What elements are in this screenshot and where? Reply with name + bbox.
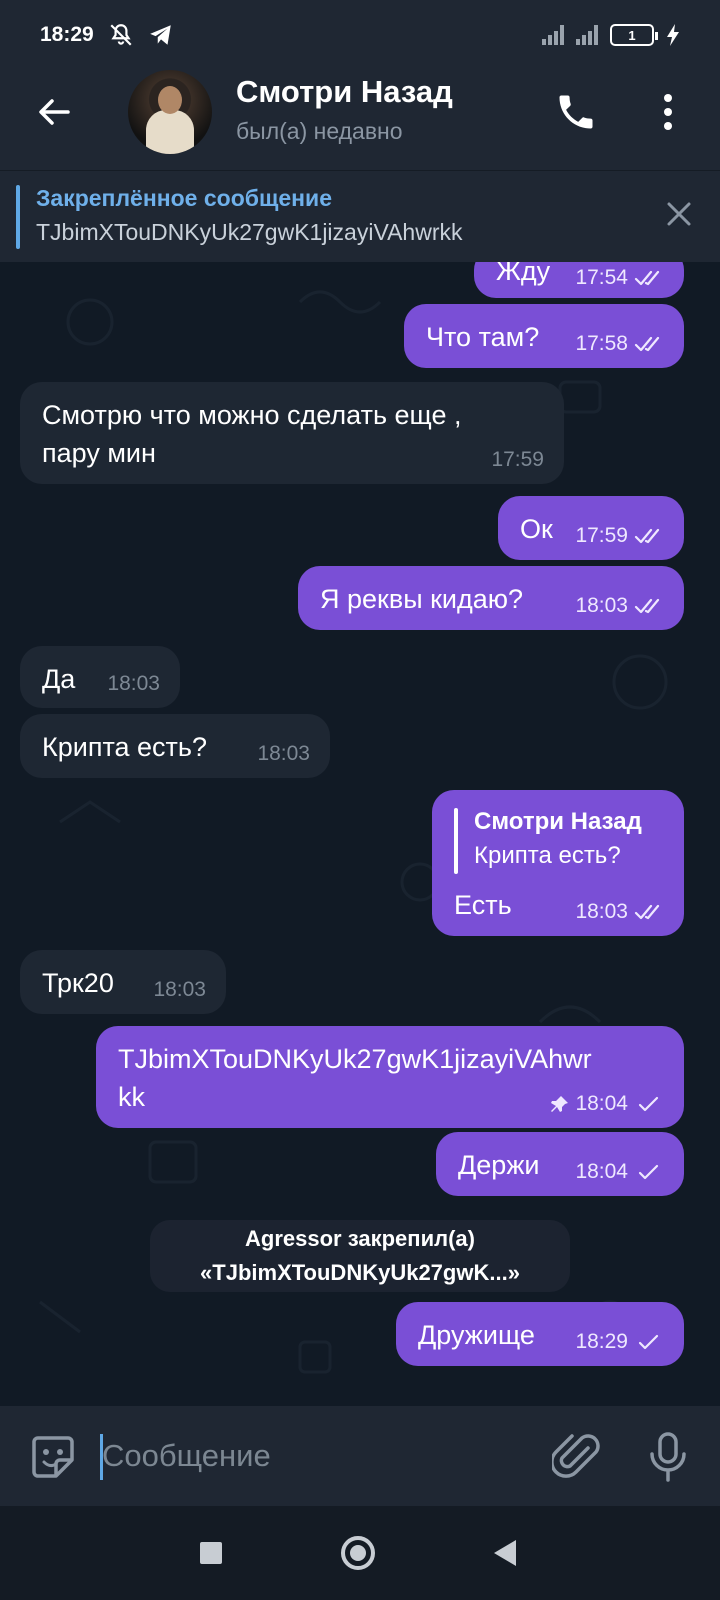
service-message-pinned[interactable]: Agressor закрепил(а) «TJbimXTouDNKyUk27g… [150, 1220, 570, 1292]
message-time: 18:03 [257, 742, 310, 765]
message-text: Держи [458, 1150, 540, 1180]
close-icon[interactable] [664, 199, 694, 229]
double-check-icon [634, 528, 660, 544]
contact-avatar[interactable] [128, 70, 212, 154]
message-bubble-outgoing[interactable]: Держи 18:04 [436, 1132, 684, 1196]
double-check-icon [634, 904, 660, 920]
more-vertical-icon[interactable] [660, 90, 676, 134]
pinned-message-bar[interactable]: Закреплённое сообщение TJbimXTouDNKyUk27… [0, 170, 720, 262]
sticker-emoji-icon[interactable] [28, 1432, 78, 1482]
recents-button[interactable] [200, 1542, 222, 1564]
pin-icon [551, 1096, 569, 1112]
message-text-line1: TJbimXTouDNKyUk27gwK1jizayiVAhwr [118, 1044, 592, 1074]
message-text: Дружище [418, 1320, 535, 1350]
reply-indicator [454, 808, 458, 874]
message-time: 17:59 [575, 524, 628, 547]
signal-2-icon [576, 25, 598, 45]
reply-author[interactable]: Смотри Назад [474, 808, 642, 836]
check-icon [638, 1334, 659, 1350]
contact-status: был(а) недавно [236, 118, 403, 144]
message-bubble-outgoing[interactable]: Ок 17:59 [498, 496, 684, 560]
message-input[interactable] [102, 1430, 522, 1482]
chat-area[interactable]: Жду 17:54 Что там? 17:58 Смотрю что можн… [0, 262, 720, 1406]
system-back-button[interactable] [494, 1540, 516, 1566]
message-time: 17:54 [575, 266, 628, 289]
message-text: Ок [520, 514, 553, 544]
reply-quote[interactable]: Крипта есть? [474, 842, 621, 870]
telegram-icon [149, 25, 171, 45]
message-text: Что там? [426, 322, 540, 352]
back-arrow-icon[interactable] [34, 92, 74, 132]
message-text: Есть [454, 890, 512, 920]
message-bubble-outgoing[interactable]: Дружище 18:29 [396, 1302, 684, 1366]
message-text-line2: kk [118, 1082, 145, 1112]
double-check-icon [634, 336, 660, 352]
message-text: Жду [496, 262, 551, 286]
message-time: 17:58 [575, 332, 628, 355]
message-bubble-incoming[interactable]: Смотрю что можно сделать еще , пару мин 1… [20, 382, 564, 484]
chat-header: Смотри Назад был(а) недавно [0, 70, 720, 170]
message-text: Трк20 [42, 968, 114, 998]
message-text: Я реквы кидаю? [320, 584, 524, 614]
battery-icon: 1 [610, 24, 658, 46]
microphone-icon[interactable] [648, 1430, 688, 1484]
message-bubble-outgoing[interactable]: Что там? 17:58 [404, 304, 684, 368]
message-text: Крипта есть? [42, 732, 207, 762]
pinned-text: TJbimXTouDNKyUk27gwK1jizayiVAhwrkk [36, 219, 463, 245]
message-bubble-outgoing[interactable]: Жду 17:54 [474, 262, 684, 298]
paperclip-icon[interactable] [552, 1430, 600, 1484]
message-time: 18:04 [575, 1092, 628, 1115]
message-bubble-incoming[interactable]: Трк20 18:03 [20, 950, 226, 1014]
mute-bell-icon [110, 24, 132, 46]
service-message-line2: «TJbimXTouDNKyUk27gwK...» [200, 1260, 520, 1285]
message-time: 17:59 [491, 448, 544, 471]
phone-icon[interactable] [554, 90, 598, 134]
message-time: 18:03 [575, 594, 628, 617]
status-time: 18:29 [40, 23, 94, 46]
message-bubble-incoming[interactable]: Да 18:03 [20, 646, 180, 708]
home-button[interactable] [341, 1536, 375, 1570]
message-bubble-outgoing[interactable]: TJbimXTouDNKyUk27gwK1jizayiVAhwr kk 18:04 [96, 1026, 684, 1128]
message-text-line1: Смотрю что можно сделать еще , [42, 400, 462, 430]
service-message-line1: Agressor закрепил(а) [245, 1226, 475, 1251]
double-check-icon [634, 598, 660, 614]
pinned-title: Закреплённое сообщение [36, 185, 332, 211]
message-time: 18:03 [107, 672, 160, 695]
status-bar: 18:29 1 [0, 0, 720, 70]
double-check-icon [634, 270, 660, 286]
contact-name[interactable]: Смотри Назад [236, 74, 453, 110]
check-icon [638, 1164, 659, 1180]
signal-icon [542, 25, 564, 45]
battery-level: 1 [628, 27, 636, 43]
message-time: 18:03 [575, 900, 628, 923]
message-input-bar [0, 1406, 720, 1506]
check-icon [638, 1096, 659, 1112]
system-navigation-bar [0, 1506, 720, 1600]
message-time: 18:04 [575, 1160, 628, 1183]
message-bubble-incoming[interactable]: Крипта есть? 18:03 [20, 714, 330, 778]
message-time: 18:29 [575, 1330, 628, 1353]
pinned-indicator [16, 185, 20, 249]
message-bubble-outgoing-reply[interactable]: Смотри Назад Крипта есть? Есть 18:03 [432, 790, 684, 936]
message-text-line2: пару мин [42, 438, 156, 468]
message-bubble-outgoing[interactable]: Я реквы кидаю? 18:03 [298, 566, 684, 630]
message-text: Да [42, 664, 76, 694]
charging-icon [667, 24, 679, 46]
message-time: 18:03 [153, 978, 206, 1001]
